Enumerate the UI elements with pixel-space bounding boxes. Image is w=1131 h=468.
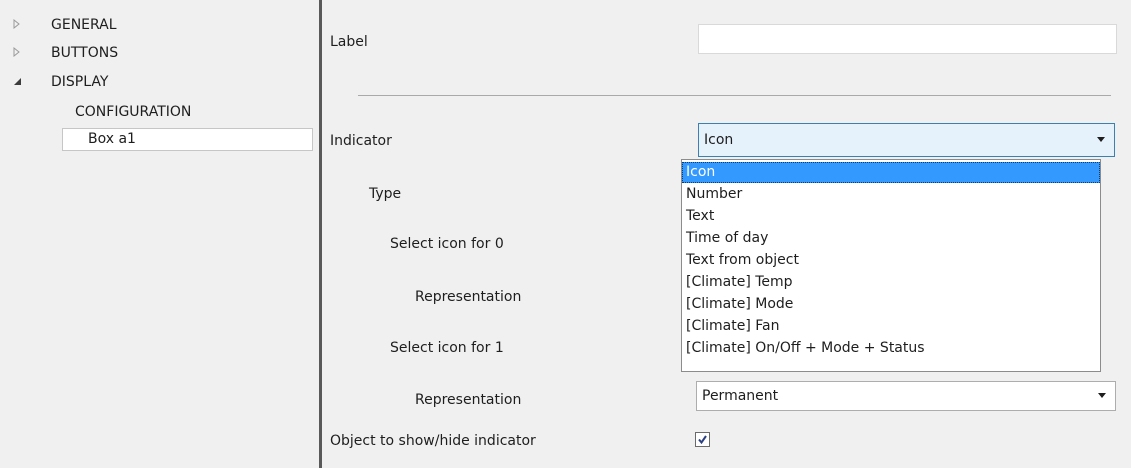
tree-item-box-a1[interactable]: Box a1 <box>62 128 313 151</box>
dropdown-option-climate-temp[interactable]: [Climate] Temp <box>682 272 1100 293</box>
representation-0-caption: Representation <box>415 289 522 305</box>
indicator-select-value: Icon <box>704 132 734 148</box>
dropdown-option-text[interactable]: Text <box>682 206 1100 227</box>
dropdown-option-climate-fan[interactable]: [Climate] Fan <box>682 316 1100 337</box>
section-divider <box>358 95 1111 96</box>
checkmark-icon <box>698 435 707 445</box>
collapsed-triangle-icon[interactable] <box>13 14 25 36</box>
dropdown-option-climate-onoff-mode-status[interactable]: [Climate] On/Off + Mode + Status <box>682 338 1100 359</box>
dropdown-option-text-from-object[interactable]: Text from object <box>682 250 1100 271</box>
tree-item-label: Box a1 <box>88 131 136 147</box>
tree-item-configuration[interactable]: CONFIGURATION <box>75 101 191 123</box>
dropdown-option-time-of-day[interactable]: Time of day <box>682 228 1100 249</box>
indicator-select[interactable]: Icon <box>698 123 1115 157</box>
tree-item-label: GENERAL <box>51 17 117 33</box>
representation-1-select-value: Permanent <box>702 388 779 404</box>
tree-item-label: BUTTONS <box>51 45 119 61</box>
parameter-tree: GENERAL BUTTONS DISPLAY CONFIGURATION Bo… <box>0 0 319 468</box>
indicator-caption: Indicator <box>330 133 392 149</box>
collapsed-triangle-icon[interactable] <box>13 42 25 64</box>
type-caption: Type <box>369 186 402 202</box>
label-caption: Label <box>330 34 368 50</box>
label-input[interactable] <box>698 24 1117 54</box>
representation-1-caption: Representation <box>415 392 522 408</box>
tree-item-label: CONFIGURATION <box>75 104 192 120</box>
select-icon-1-caption: Select icon for 1 <box>390 340 504 356</box>
expanded-triangle-icon[interactable] <box>13 71 25 93</box>
dropdown-option-icon[interactable]: Icon <box>682 162 1100 183</box>
chevron-down-icon <box>1097 137 1105 142</box>
dropdown-option-climate-mode[interactable]: [Climate] Mode <box>682 294 1100 315</box>
object-show-hide-caption: Object to show/hide indicator <box>330 433 536 449</box>
select-icon-0-caption: Select icon for 0 <box>390 236 504 252</box>
representation-1-select[interactable]: Permanent <box>696 381 1116 411</box>
dropdown-option-number[interactable]: Number <box>682 184 1100 205</box>
indicator-dropdown-list: Icon Number Text Time of day Text from o… <box>681 159 1101 372</box>
tree-item-label: DISPLAY <box>51 74 109 90</box>
chevron-down-icon <box>1098 393 1106 398</box>
object-show-hide-checkbox[interactable] <box>695 432 710 447</box>
parameter-panel: Label Indicator Icon Type Select icon fo… <box>322 0 1131 468</box>
